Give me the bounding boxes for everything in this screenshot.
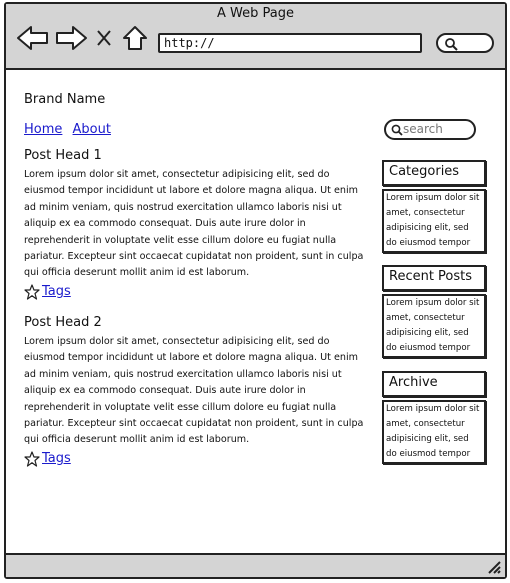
- resize-grip-icon[interactable]: [485, 558, 501, 574]
- forward-arrow-icon[interactable]: [54, 24, 88, 52]
- sidebar-box-recent-posts: Lorem ipsum dolor sit amet, consectetur …: [382, 294, 486, 358]
- search-icon: [445, 38, 458, 51]
- nav-link-about[interactable]: About: [73, 122, 111, 137]
- sidebar-head-archive: Archive: [382, 371, 486, 397]
- back-arrow-icon[interactable]: [16, 24, 50, 52]
- sidebar-box-archive: Lorem ipsum dolor sit amet, consectetur …: [382, 400, 486, 464]
- browser-toolbar: A Web Page http://: [6, 4, 505, 70]
- post-body: Lorem ipsum dolor sit amet, consectetur …: [24, 169, 364, 279]
- sidebar-box-categories: Lorem ipsum dolor sit amet, consectetur …: [382, 189, 486, 253]
- post-body: Lorem ipsum dolor sit amet, consectetur …: [24, 336, 364, 446]
- browser-window: A Web Page http:// Brand Name Home About: [4, 2, 507, 579]
- tags-link[interactable]: Tags: [42, 451, 71, 466]
- star-icon: [24, 451, 40, 467]
- window-title: A Web Page: [217, 6, 294, 21]
- site-search-input[interactable]: search: [384, 119, 476, 140]
- brand-name: Brand Name: [24, 92, 106, 107]
- tags-link[interactable]: Tags: [42, 284, 71, 299]
- post-head: Post Head 1: [24, 148, 102, 163]
- sidebar-head-categories: Categories: [382, 160, 486, 186]
- close-icon[interactable]: [96, 29, 112, 47]
- search-icon: [391, 124, 403, 136]
- browser-search-field[interactable]: [436, 33, 494, 53]
- status-bar: [6, 553, 505, 577]
- post-1: Post Head 1 Lorem ipsum dolor sit amet, …: [24, 148, 364, 300]
- nav-link-home[interactable]: Home: [24, 122, 62, 137]
- page-content: Brand Name Home About search Post Head 1…: [6, 70, 505, 553]
- post-2: Post Head 2 Lorem ipsum dolor sit amet, …: [24, 315, 364, 467]
- home-icon[interactable]: [121, 24, 149, 52]
- star-icon: [24, 284, 40, 300]
- site-search-placeholder: search: [403, 122, 443, 136]
- sidebar-head-recent-posts: Recent Posts: [382, 265, 486, 291]
- post-tags: Tags: [24, 451, 364, 467]
- post-tags: Tags: [24, 284, 364, 300]
- url-field[interactable]: http://: [158, 33, 422, 53]
- post-head: Post Head 2: [24, 315, 102, 330]
- site-nav: Home About: [24, 122, 117, 137]
